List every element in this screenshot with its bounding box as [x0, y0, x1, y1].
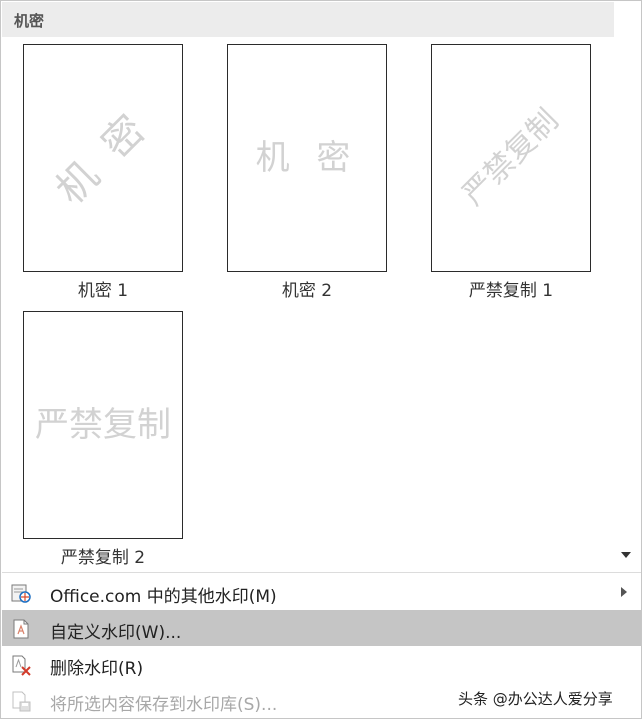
watermark-dropdown-panel: 机密 机 密 机密 1 机 密 机密 2 严禁复制 严禁复制 1 严禁复制 严禁…: [0, 0, 642, 719]
menu-item-label: 将所选内容保存到水印库(S)...: [50, 695, 278, 715]
thumb-caption: 机密 1: [77, 281, 129, 301]
watermark-thumb-do-not-copy-2[interactable]: 严禁复制 严禁复制 2: [23, 311, 183, 568]
gallery-section-header: 机密: [2, 2, 614, 37]
submenu-arrow-icon: [621, 587, 627, 597]
page-preview: 严禁复制: [23, 311, 183, 539]
watermark-text: 严禁复制: [35, 405, 171, 445]
thumb-caption: 严禁复制 1: [468, 281, 554, 301]
custom-watermark-icon: [13, 619, 29, 639]
menu-item-label: Office.com 中的其他水印(M): [50, 587, 277, 607]
menu-divider: [2, 572, 641, 573]
save-to-gallery-icon: [12, 691, 31, 712]
section-title: 机密: [14, 12, 45, 30]
menu-item-more-watermarks-office[interactable]: Office.com 中的其他水印(M): [2, 574, 641, 610]
watermark-text: 机 密: [255, 138, 359, 178]
thumb-caption: 严禁复制 2: [60, 548, 146, 568]
thumb-caption: 机密 2: [281, 281, 333, 301]
menu-item-remove-watermark[interactable]: 删除水印(R): [2, 646, 641, 682]
watermark-thumb-confidential-1[interactable]: 机 密 机密 1: [23, 44, 183, 301]
page-preview: 机 密: [23, 44, 183, 272]
page-preview: 机 密: [227, 44, 387, 272]
watermark-gallery: 机 密 机密 1 机 密 机密 2 严禁复制 严禁复制 1 严禁复制 严禁复制 …: [1, 37, 616, 568]
watermark-thumb-do-not-copy-1[interactable]: 严禁复制 严禁复制 1: [431, 44, 591, 301]
menu-item-custom-watermark[interactable]: 自定义水印(W)...: [2, 610, 641, 646]
source-watermark-text: 头条 @办公达人爱分享: [458, 690, 613, 708]
gallery-scroll-down-arrow-icon[interactable]: [621, 552, 631, 558]
watermark-text: 机 密: [47, 102, 159, 214]
menu-item-label: 自定义水印(W)...: [50, 623, 182, 643]
menu-item-label: 删除水印(R): [50, 659, 144, 679]
watermark-thumb-confidential-2[interactable]: 机 密 机密 2: [227, 44, 387, 301]
office-watermark-icon: [11, 584, 31, 603]
remove-watermark-icon: [12, 655, 31, 676]
page-preview: 严禁复制: [431, 44, 591, 272]
watermark-text: 严禁复制: [455, 102, 566, 213]
